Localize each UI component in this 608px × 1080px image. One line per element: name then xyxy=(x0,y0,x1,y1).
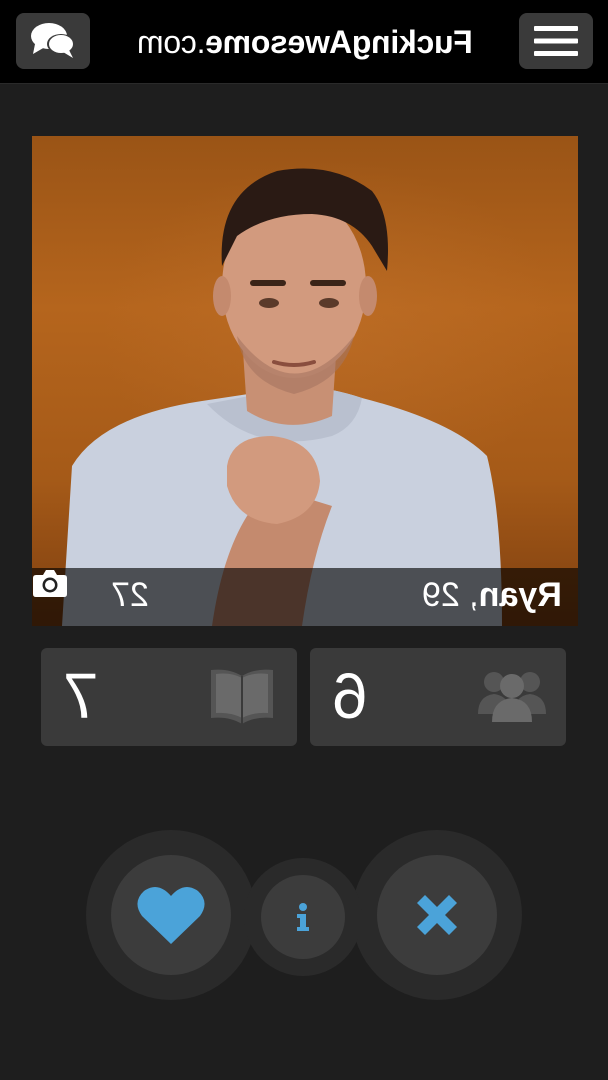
group-icon xyxy=(478,672,546,722)
books-stat-card[interactable]: 7 xyxy=(41,648,297,746)
profile-photo[interactable]: 27 Ryan, 29 xyxy=(32,136,578,626)
photo-count: 27 xyxy=(111,576,149,614)
top-bar: FuckingAwesome .com xyxy=(0,0,608,84)
info-icon xyxy=(297,903,309,931)
profile-age: , 29 xyxy=(422,576,479,614)
menu-button[interactable] xyxy=(519,13,593,69)
hamburger-menu-icon xyxy=(534,26,578,56)
like-button[interactable] xyxy=(86,830,256,1000)
site-title: FuckingAwesome .com xyxy=(100,0,510,84)
books-count: 7 xyxy=(63,660,99,732)
profile-name: Ryan xyxy=(478,576,562,614)
dismiss-button-face xyxy=(377,855,497,975)
open-book-icon xyxy=(211,669,273,724)
site-title-domain: .com xyxy=(137,23,206,60)
chat-button[interactable] xyxy=(16,13,90,69)
friends-count: 6 xyxy=(332,660,368,732)
chat-bubbles-icon xyxy=(31,23,75,58)
dismiss-button[interactable] xyxy=(352,830,522,1000)
info-button[interactable] xyxy=(244,858,362,976)
site-title-bold: FuckingAwesome xyxy=(205,23,473,60)
person-silhouette xyxy=(62,168,502,626)
info-button-face xyxy=(261,875,345,959)
photo-info-bar: 27 Ryan, 29 xyxy=(32,568,578,626)
heart-icon xyxy=(137,887,205,944)
x-icon xyxy=(417,895,457,935)
like-button-face xyxy=(111,855,231,975)
name-age: Ryan, 29 xyxy=(422,576,562,615)
camera-icon xyxy=(33,570,67,597)
friends-stat-card[interactable]: 6 xyxy=(310,648,566,746)
